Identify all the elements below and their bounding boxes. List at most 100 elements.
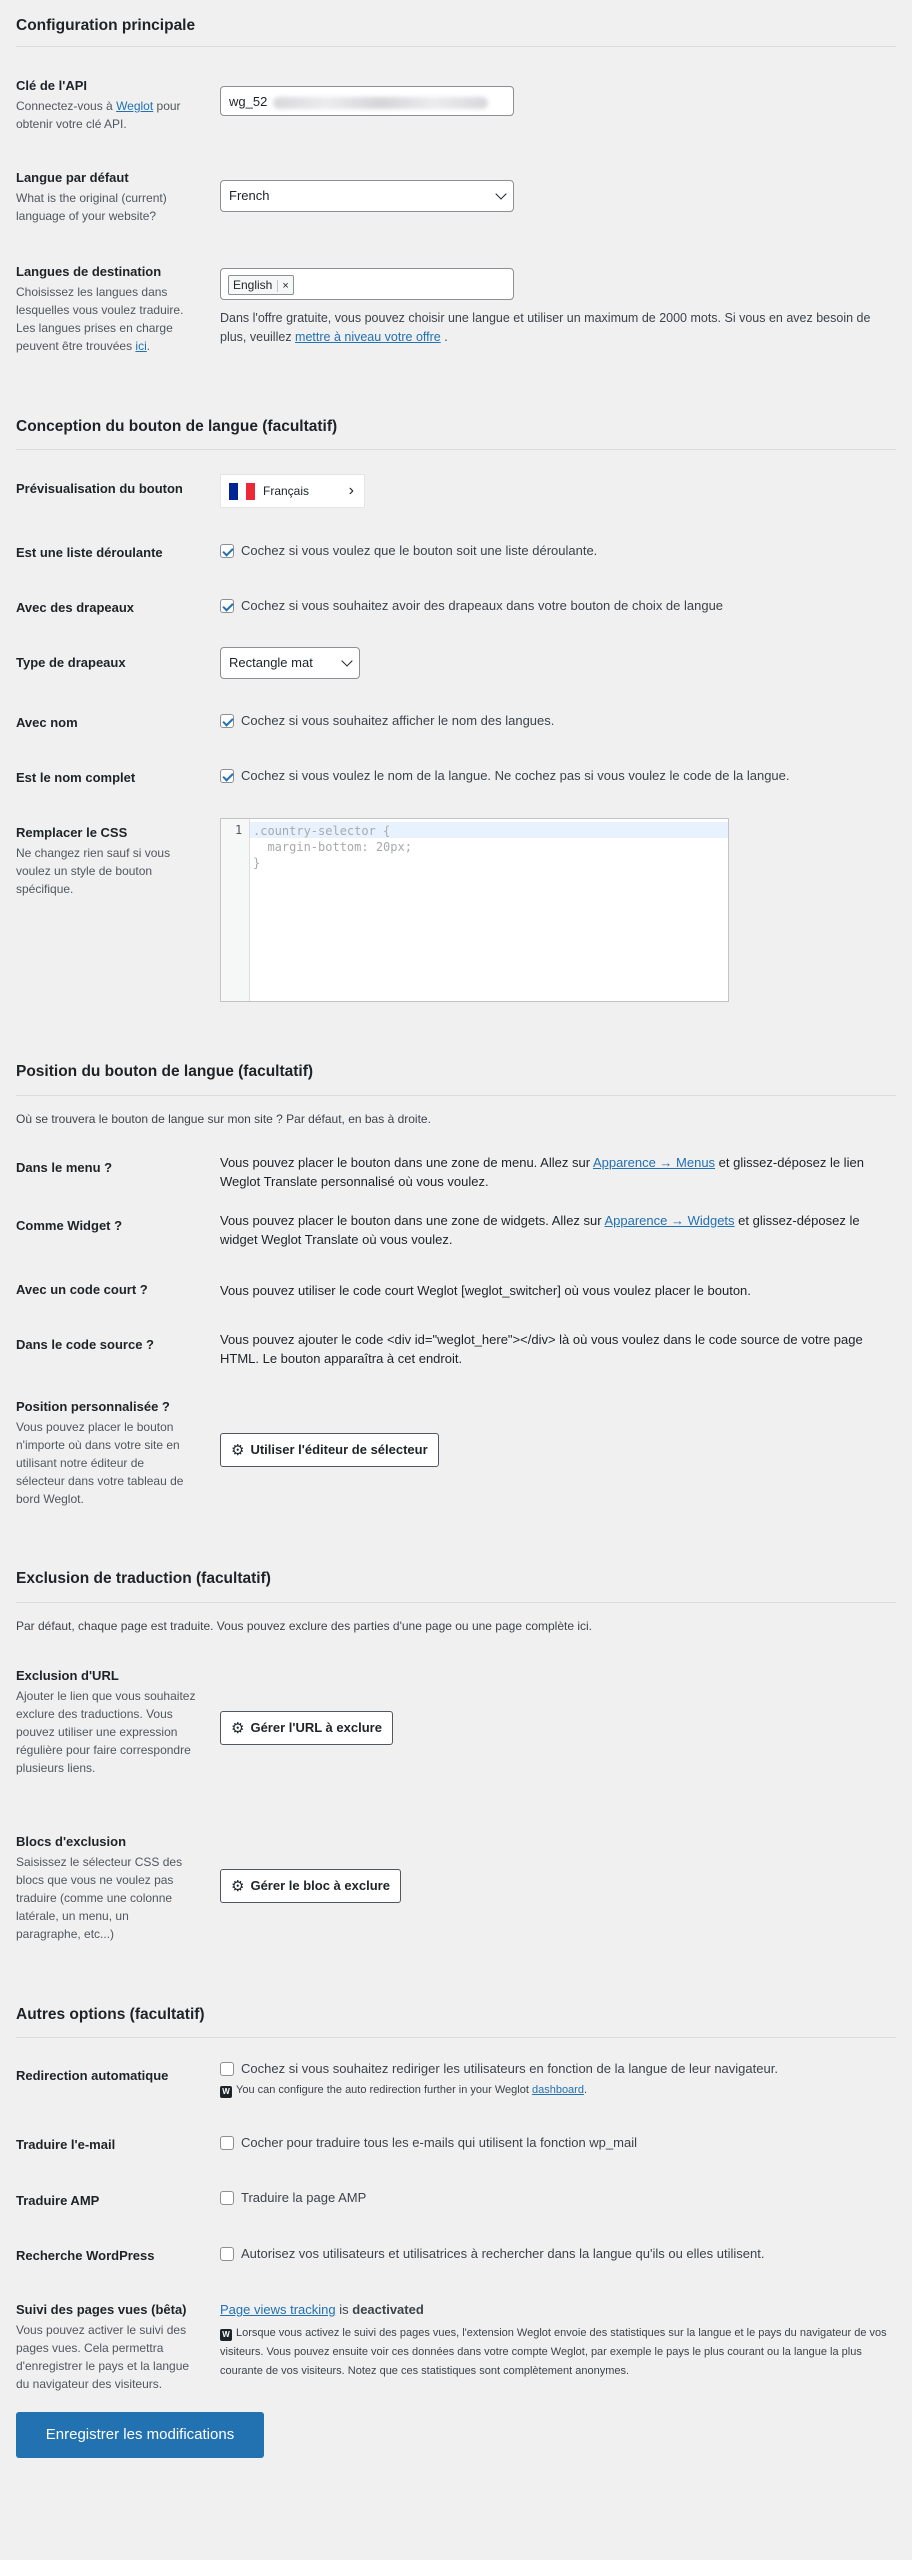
- pageviews-note: W Lorsque vous activez le suivi des pages…: [220, 2324, 898, 2381]
- amp-checkbox[interactable]: [220, 2191, 234, 2205]
- amp-checkbox-label: Traduire la page AMP: [241, 2190, 367, 2205]
- with-name-label: Avec nom: [16, 715, 78, 730]
- api-key-label: Clé de l'API: [16, 78, 87, 93]
- dropdown-label-block: Est une liste déroulante: [16, 545, 196, 560]
- with-name-checkbox-label: Cochez si vous souhaitez afficher le nom…: [241, 713, 555, 728]
- preview-lang-name: Français: [263, 484, 310, 498]
- appearance-menus-link[interactable]: Apparence → Menus: [593, 1155, 715, 1170]
- default-lang-select[interactable]: French: [220, 180, 514, 212]
- redirect-checkbox-label: Cochez si vous souhaitez rediriger les u…: [241, 2061, 778, 2076]
- chevron-right-icon: ›: [348, 482, 354, 499]
- section-title-exclusion: Exclusion de traduction (facultatif): [16, 1570, 271, 1587]
- email-label: Traduire l'e-mail: [16, 2137, 116, 2152]
- flags-label: Avec des drapeaux: [16, 600, 135, 615]
- pageviews-status-value: deactivated: [352, 2302, 424, 2317]
- dest-langs-note: Dans l'offre gratuite, vous pouvez chois…: [220, 309, 896, 347]
- url-exclusion-label: Exclusion d'URL: [16, 1668, 119, 1683]
- shortcode-label-block: Avec un code court ?: [16, 1282, 196, 1297]
- chevron-down-icon: [495, 188, 507, 200]
- amp-label-block: Traduire AMP: [16, 2193, 196, 2208]
- source-label-block: Dans le code source ?: [16, 1337, 196, 1352]
- save-changes-button[interactable]: Enregistrer les modifications: [16, 2412, 264, 2458]
- selector-editor-button-label: Utiliser l'éditeur de sélecteur: [250, 1442, 428, 1457]
- dropdown-label: Est une liste déroulante: [16, 545, 163, 560]
- url-exclusion-desc: Ajouter le lien que vous souhaitez exclu…: [16, 1689, 196, 1775]
- css-code-editor[interactable]: 1 .country-selector { margin-bottom: 20p…: [220, 818, 729, 1002]
- css-desc: Ne changez rien sauf si vous voulez un s…: [16, 846, 171, 896]
- widget-label: Comme Widget ?: [16, 1218, 123, 1233]
- pageviews-status: Page views tracking is deactivated: [220, 2302, 424, 2317]
- redirect-label-block: Redirection automatique: [16, 2068, 196, 2083]
- menu-text-1: Vous pouvez placer le bouton dans une zo…: [220, 1155, 593, 1170]
- selector-editor-button[interactable]: ⚙ Utiliser l'éditeur de sélecteur: [220, 1433, 439, 1467]
- default-lang-label: Langue par défaut: [16, 170, 129, 185]
- redirect-checkbox[interactable]: [220, 2062, 234, 2076]
- menu-text: Vous pouvez placer le bouton dans une zo…: [220, 1153, 896, 1191]
- exclusion-intro: Par défaut, chaque page est traduite. Vo…: [16, 1619, 593, 1633]
- preview-label: Prévisualisation du bouton: [16, 481, 183, 496]
- flag-type-label: Type de drapeaux: [16, 655, 126, 670]
- pageviews-label-block: Suivi des pages vues (bêta) Vous pouvez …: [16, 2302, 196, 2393]
- full-name-checkbox[interactable]: [220, 769, 234, 783]
- shortcode-label: Avec un code court ?: [16, 1282, 148, 1297]
- flags-checkbox[interactable]: [220, 599, 234, 613]
- dest-langs-label: Langues de destination: [16, 264, 162, 279]
- section-title-other: Autres options (facultatif): [16, 2006, 205, 2023]
- france-flag-icon: [229, 482, 256, 500]
- custom-position-desc: Vous pouvez placer le bouton n'importe o…: [16, 1420, 184, 1506]
- email-checkbox[interactable]: [220, 2136, 234, 2150]
- full-name-checkbox-label: Cochez si vous voulez le nom de la langu…: [241, 768, 790, 783]
- line-number: 1: [235, 823, 243, 837]
- pageviews-tracking-link[interactable]: Page views tracking: [220, 2302, 336, 2317]
- dropdown-checkbox[interactable]: [220, 544, 234, 558]
- pageviews-label: Suivi des pages vues (bêta): [16, 2302, 187, 2317]
- dest-langs-desc-text: Choisissez les langues dans lesquelles v…: [16, 285, 184, 353]
- flag-type-value: Rectangle mat: [229, 655, 313, 670]
- weglot-info-icon: W: [220, 2329, 232, 2341]
- dest-langs-label-block: Langues de destination Choisissez les la…: [16, 264, 196, 355]
- block-exclusion-label: Blocs d'exclusion: [16, 1834, 127, 1849]
- email-label-block: Traduire l'e-mail: [16, 2137, 196, 2152]
- search-checkbox[interactable]: [220, 2247, 234, 2261]
- manage-url-exclusion-button[interactable]: ⚙ Gérer l'URL à exclure: [220, 1711, 393, 1745]
- search-label-block: Recherche WordPress: [16, 2248, 196, 2263]
- preview-label-block: Prévisualisation du bouton: [16, 481, 196, 496]
- supported-langs-link[interactable]: ici: [135, 339, 146, 353]
- flags-checkbox-label: Cochez si vous souhaitez avoir des drape…: [241, 598, 724, 613]
- redirect-note-text-2: .: [583, 2084, 588, 2096]
- api-key-input[interactable]: wg_52: [220, 86, 514, 116]
- language-button-preview[interactable]: Français ›: [220, 474, 365, 508]
- full-name-label-block: Est le nom complet: [16, 770, 196, 785]
- dashboard-link[interactable]: dashboard: [532, 2084, 584, 2096]
- widget-text-1: Vous pouvez placer le bouton dans une zo…: [220, 1213, 605, 1228]
- api-key-label-block: Clé de l'API Connectez-vous à Weglot pou…: [16, 78, 196, 133]
- shortcode-text: Vous pouvez utiliser le code court Weglo…: [220, 1283, 751, 1298]
- divider: [16, 1095, 896, 1096]
- gear-icon: ⚙: [231, 1877, 245, 1895]
- upgrade-plan-link[interactable]: mettre à niveau votre offre: [295, 330, 441, 344]
- weglot-link[interactable]: Weglot: [116, 99, 153, 113]
- dropdown-checkbox-label: Cochez si vous voulez que le bouton soit…: [241, 543, 598, 558]
- search-label: Recherche WordPress: [16, 2248, 155, 2263]
- appearance-widgets-link[interactable]: Apparence → Widgets: [604, 1213, 734, 1228]
- block-exclusion-desc: Saisissez le sélecteur CSS des blocs que…: [16, 1855, 183, 1941]
- gear-icon: ⚙: [231, 1441, 245, 1459]
- pageviews-note-text: Lorsque vous activez le suivi des pages …: [220, 2327, 887, 2377]
- css-label-block: Remplacer le CSS Ne changez rien sauf si…: [16, 825, 196, 898]
- chevron-down-icon: [341, 655, 353, 667]
- with-name-checkbox[interactable]: [220, 714, 234, 728]
- flag-type-select[interactable]: Rectangle mat: [220, 647, 360, 679]
- redirect-note: W You can configure the auto redirection …: [220, 2084, 587, 2098]
- email-checkbox-label: Cocher pour traduire tous les e-mails qu…: [241, 2135, 637, 2150]
- search-checkbox-label: Autorisez vos utilisateurs et utilisatri…: [241, 2246, 765, 2261]
- with-name-label-block: Avec nom: [16, 715, 196, 730]
- default-lang-desc: What is the original (current) language …: [16, 191, 167, 223]
- editor-gutter: [221, 819, 250, 1001]
- url-exclusion-label-block: Exclusion d'URL Ajouter le lien que vous…: [16, 1668, 196, 1777]
- manage-block-exclusion-label: Gérer le bloc à exclure: [250, 1878, 390, 1893]
- remove-tag-icon[interactable]: ×: [277, 280, 289, 292]
- manage-block-exclusion-button[interactable]: ⚙ Gérer le bloc à exclure: [220, 1869, 401, 1903]
- default-lang-value: French: [229, 188, 270, 203]
- section-title-main: Configuration principale: [16, 17, 196, 34]
- default-lang-label-block: Langue par défaut What is the original (…: [16, 170, 196, 225]
